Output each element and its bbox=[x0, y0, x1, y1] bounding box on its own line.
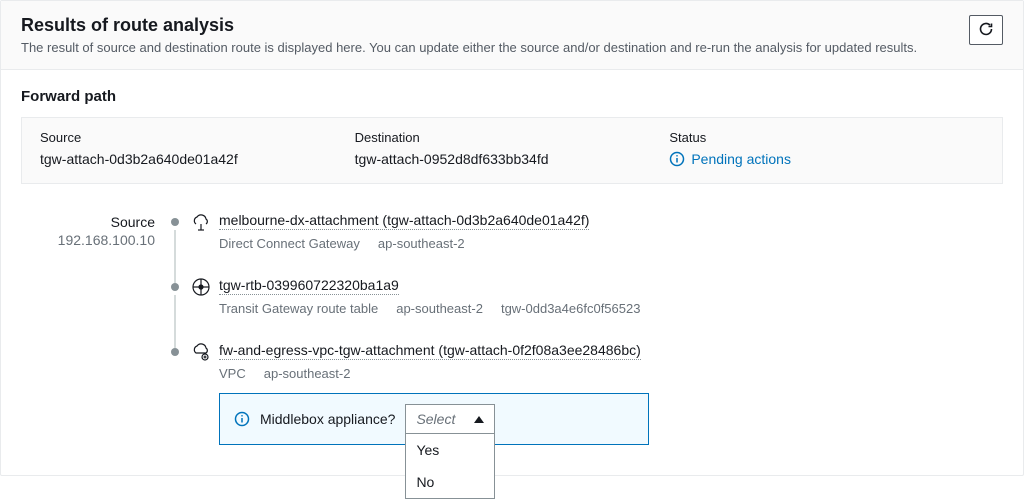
hop-2-tgw: tgw-0dd3a4e6fc0f56523 bbox=[501, 301, 641, 316]
summary-status-value[interactable]: Pending actions bbox=[669, 151, 984, 167]
hop-2: tgw-rtb-039960722320ba1a9 Transit Gatewa… bbox=[169, 277, 1003, 342]
summary-box: Source tgw-attach-0d3b2a640de01a42f Dest… bbox=[21, 117, 1003, 184]
hop-1-meta: Direct Connect Gateway ap-southeast-2 bbox=[219, 236, 1003, 251]
hop-3: fw-and-egress-vpc-tgw-attachment (tgw-at… bbox=[169, 342, 1003, 445]
hop-2-title[interactable]: tgw-rtb-039960722320ba1a9 bbox=[219, 277, 399, 295]
summary-status-label: Status bbox=[669, 130, 984, 145]
middlebox-prompt: Middlebox appliance? Select Yes No bbox=[219, 393, 649, 445]
panel-body: Forward path Source tgw-attach-0d3b2a640… bbox=[1, 70, 1023, 475]
timeline-dot bbox=[171, 348, 179, 356]
timeline-dot bbox=[171, 283, 179, 291]
refresh-button[interactable] bbox=[969, 15, 1003, 45]
page-subtitle: The result of source and destination rou… bbox=[21, 40, 917, 55]
hop-3-title[interactable]: fw-and-egress-vpc-tgw-attachment (tgw-at… bbox=[219, 342, 641, 360]
vpc-icon bbox=[191, 342, 211, 362]
summary-destination-value: tgw-attach-0952d8df633bb34fd bbox=[355, 151, 670, 167]
timeline-dot bbox=[171, 218, 179, 226]
info-icon bbox=[234, 411, 250, 427]
middlebox-dropdown: Yes No bbox=[405, 434, 495, 499]
hop-1-title[interactable]: melbourne-dx-attachment (tgw-attach-0d3b… bbox=[219, 212, 589, 230]
direct-connect-gateway-icon bbox=[191, 212, 211, 232]
info-icon bbox=[669, 151, 685, 167]
panel-header: Results of route analysis The result of … bbox=[1, 1, 1023, 70]
hop-1-type: Direct Connect Gateway bbox=[219, 236, 360, 251]
select-placeholder: Select bbox=[416, 411, 455, 427]
path-source-label-block: Source 192.168.100.10 bbox=[29, 212, 169, 445]
summary-source-label: Source bbox=[40, 130, 355, 145]
route-table-icon bbox=[191, 277, 211, 297]
caret-up-icon bbox=[474, 416, 484, 423]
hop-3-meta: VPC ap-southeast-2 bbox=[219, 366, 1003, 381]
header-text: Results of route analysis The result of … bbox=[21, 15, 917, 55]
status-text: Pending actions bbox=[691, 151, 791, 167]
summary-destination-col: Destination tgw-attach-0952d8df633bb34fd bbox=[355, 130, 670, 167]
path-source-ip: 192.168.100.10 bbox=[29, 232, 155, 248]
page-title: Results of route analysis bbox=[21, 15, 917, 36]
middlebox-label: Middlebox appliance? bbox=[260, 411, 395, 427]
hop-3-type: VPC bbox=[219, 366, 246, 381]
summary-destination-label: Destination bbox=[355, 130, 670, 145]
path-source-label: Source bbox=[29, 214, 155, 230]
middlebox-option-no[interactable]: No bbox=[406, 466, 494, 498]
summary-source-value: tgw-attach-0d3b2a640de01a42f bbox=[40, 151, 355, 167]
hop-2-region: ap-southeast-2 bbox=[396, 301, 483, 316]
middlebox-select[interactable]: Select bbox=[405, 404, 495, 434]
results-panel: Results of route analysis The result of … bbox=[0, 0, 1024, 476]
hop-1-region: ap-southeast-2 bbox=[378, 236, 465, 251]
path-container: Source 192.168.100.10 melbourne-dx-attac… bbox=[21, 212, 1003, 445]
middlebox-option-yes[interactable]: Yes bbox=[406, 434, 494, 466]
hop-1: melbourne-dx-attachment (tgw-attach-0d3b… bbox=[169, 212, 1003, 277]
hop-2-type: Transit Gateway route table bbox=[219, 301, 378, 316]
summary-status-col: Status Pending actions bbox=[669, 130, 984, 167]
hop-2-meta: Transit Gateway route table ap-southeast… bbox=[219, 301, 1003, 316]
timeline: melbourne-dx-attachment (tgw-attach-0d3b… bbox=[169, 212, 1003, 445]
middlebox-select-wrap: Select Yes No bbox=[405, 404, 495, 434]
summary-source-col: Source tgw-attach-0d3b2a640de01a42f bbox=[40, 130, 355, 167]
hop-3-region: ap-southeast-2 bbox=[264, 366, 351, 381]
forward-path-title: Forward path bbox=[21, 88, 1003, 105]
refresh-icon bbox=[978, 21, 994, 40]
